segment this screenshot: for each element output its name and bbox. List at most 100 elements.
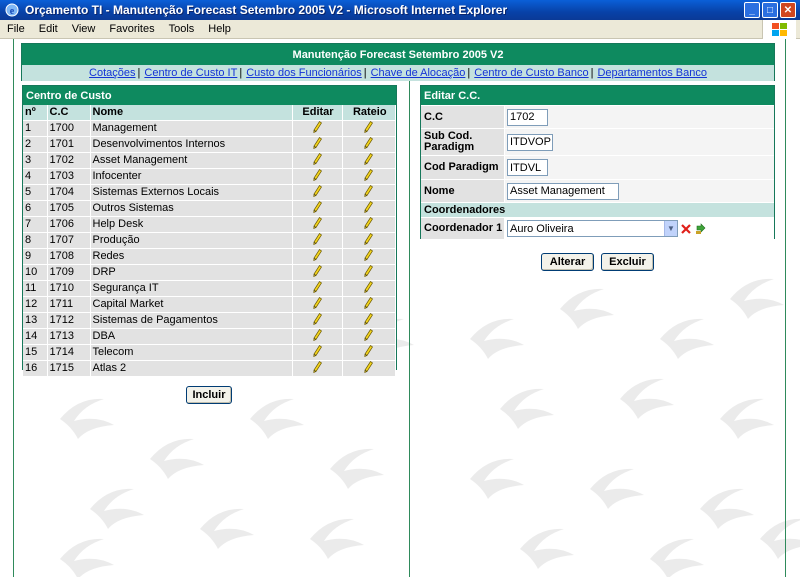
row-cc: 1705 <box>47 199 91 216</box>
menu-file[interactable]: File <box>0 23 32 35</box>
edit-pencil-icon[interactable] <box>312 136 322 152</box>
edit-pencil-icon[interactable] <box>312 264 322 280</box>
center-divider-line <box>409 79 410 577</box>
rateio-pencil-icon[interactable] <box>364 184 374 200</box>
coordinator-select[interactable]: Auro Oliveira ▼ <box>507 220 678 237</box>
minimize-button[interactable]: _ <box>744 2 760 18</box>
row-edit-cell <box>292 215 343 232</box>
edit-pencil-icon[interactable] <box>312 360 322 376</box>
cc-input[interactable]: 1702 <box>507 108 548 126</box>
link-departamentos-banco[interactable]: Departamentos Banco <box>597 67 706 79</box>
rateio-pencil-icon[interactable] <box>364 312 374 328</box>
cc-label: C.C <box>421 106 504 128</box>
subcod-label: Sub Cod. Paradigm <box>421 129 504 155</box>
rateio-pencil-icon[interactable] <box>364 200 374 216</box>
link-cotacoes[interactable]: Cotações <box>89 67 135 79</box>
menu-tools[interactable]: Tools <box>162 23 202 35</box>
row-edit-cell <box>292 311 343 328</box>
window-title-bar: e Orçamento TI - Manutenção Forecast Set… <box>0 0 800 20</box>
nome-input[interactable]: Asset Management <box>507 182 619 200</box>
subcod-input[interactable]: ITDVOP <box>507 133 553 151</box>
chevron-down-icon[interactable]: ▼ <box>664 221 677 236</box>
menu-help[interactable]: Help <box>201 23 238 35</box>
link-centro-custo-it[interactable]: Centro de Custo IT <box>144 67 237 79</box>
link-chave-alocacao[interactable]: Chave de Alocação <box>371 67 466 79</box>
rateio-pencil-icon[interactable] <box>364 344 374 360</box>
edit-pencil-icon[interactable] <box>312 184 322 200</box>
table-row: 4 1703 Infocenter <box>23 167 396 184</box>
alter-button[interactable]: Alterar <box>541 253 594 271</box>
row-edit-cell <box>292 167 343 184</box>
close-button[interactable]: ✕ <box>780 2 796 18</box>
edit-pencil-icon[interactable] <box>312 248 322 264</box>
bird-mark <box>60 538 114 577</box>
table-row: 9 1708 Redes <box>23 247 396 264</box>
menu-view[interactable]: View <box>65 23 103 35</box>
table-row: 1 1700 Management <box>23 119 396 136</box>
edit-pencil-icon[interactable] <box>312 344 322 360</box>
delete-x-icon[interactable] <box>681 223 691 234</box>
edit-pencil-icon[interactable] <box>312 328 322 344</box>
rateio-pencil-icon[interactable] <box>364 136 374 152</box>
bird-mark <box>330 448 384 489</box>
edit-pencil-icon[interactable] <box>312 200 322 216</box>
row-rateio-cell <box>342 311 396 328</box>
row-num: 8 <box>23 231 48 248</box>
right-border-line <box>785 39 786 577</box>
bird-mark <box>470 458 524 499</box>
row-edit-cell <box>292 279 343 296</box>
rateio-pencil-icon[interactable] <box>364 280 374 296</box>
edit-pencil-icon[interactable] <box>312 152 322 168</box>
row-edit-cell <box>292 231 343 248</box>
link-centro-custo-banco[interactable]: Centro de Custo Banco <box>474 67 588 79</box>
edit-pencil-icon[interactable] <box>312 216 322 232</box>
edit-pencil-icon[interactable] <box>312 296 322 312</box>
bird-mark <box>760 518 800 559</box>
rateio-pencil-icon[interactable] <box>364 232 374 248</box>
table-row: 14 1713 DBA <box>23 327 396 344</box>
codparadigm-input[interactable]: ITDVL <box>507 159 548 176</box>
col-name: Nome <box>90 105 293 120</box>
bird-mark <box>650 538 704 577</box>
delete-button[interactable]: Excluir <box>601 253 654 271</box>
edit-pencil-icon[interactable] <box>312 280 322 296</box>
edit-pencil-icon[interactable] <box>312 312 322 328</box>
row-num: 7 <box>23 215 48 232</box>
window-title: Orçamento TI - Manutenção Forecast Setem… <box>25 3 508 17</box>
rateio-pencil-icon[interactable] <box>364 152 374 168</box>
edit-pencil-icon[interactable] <box>312 232 322 248</box>
rateio-pencil-icon[interactable] <box>364 360 374 376</box>
nav-links: Cotações | Centro de Custo IT | Custo dos … <box>22 65 774 81</box>
row-rateio-cell <box>342 343 396 360</box>
menu-favorites[interactable]: Favorites <box>102 23 161 35</box>
bird-mark <box>700 488 754 529</box>
nome-label: Nome <box>421 180 504 202</box>
add-arrow-icon[interactable] <box>695 222 707 235</box>
row-name: Segurança IT <box>90 279 293 296</box>
row-name: DBA <box>90 327 293 344</box>
row-rateio-cell <box>342 119 396 136</box>
rateio-pencil-icon[interactable] <box>364 216 374 232</box>
rateio-pencil-icon[interactable] <box>364 120 374 136</box>
rateio-pencil-icon[interactable] <box>364 248 374 264</box>
maximize-button[interactable]: □ <box>762 2 778 18</box>
menu-edit[interactable]: Edit <box>32 23 65 35</box>
rateio-pencil-icon[interactable] <box>364 296 374 312</box>
bird-mark <box>620 378 674 419</box>
page-header: Manutenção Forecast Setembro 2005 V2 Cot… <box>21 43 775 81</box>
rateio-pencil-icon[interactable] <box>364 328 374 344</box>
row-cc: 1706 <box>47 215 91 232</box>
svg-text:e: e <box>10 6 15 17</box>
edit-pencil-icon[interactable] <box>312 120 322 136</box>
bird-mark <box>150 438 204 479</box>
rateio-pencil-icon[interactable] <box>364 264 374 280</box>
include-button[interactable]: Incluir <box>186 386 232 404</box>
edit-pencil-icon[interactable] <box>312 168 322 184</box>
link-custo-funcionarios[interactable]: Custo dos Funcionários <box>246 67 362 79</box>
row-name: Capital Market <box>90 295 293 312</box>
rateio-pencil-icon[interactable] <box>364 168 374 184</box>
row-edit-cell <box>292 295 343 312</box>
menu-bar: File Edit View Favorites Tools Help <box>0 20 800 39</box>
row-rateio-cell <box>342 199 396 216</box>
row-cc: 1715 <box>47 359 91 376</box>
